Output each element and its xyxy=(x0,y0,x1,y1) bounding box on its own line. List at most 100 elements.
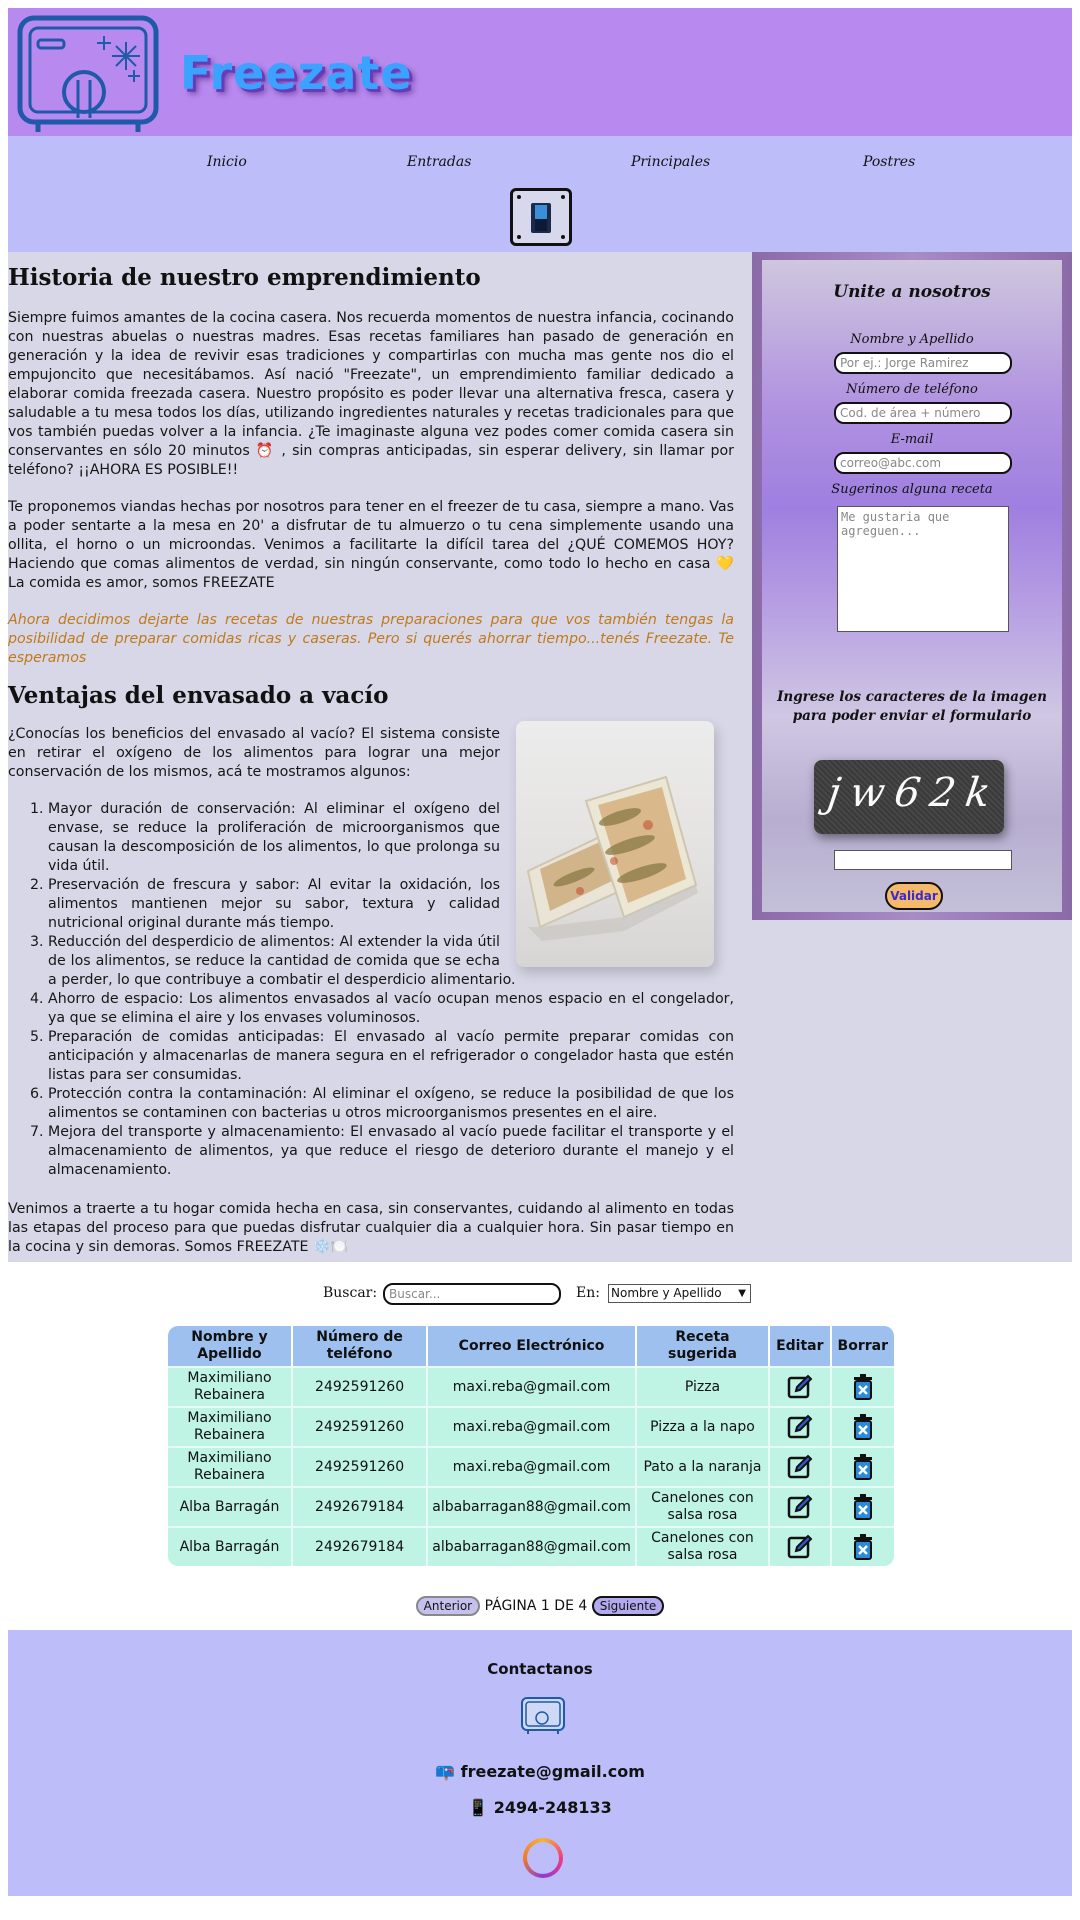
prev-page-button[interactable]: Anterior xyxy=(415,1596,481,1616)
captcha-text: jw62k xyxy=(824,770,1004,816)
recipe-label: Sugerinos alguna receta xyxy=(831,482,993,497)
join-form-panel: Unite a nosotros Nombre y Apellido Númer… xyxy=(752,252,1072,920)
list-item: Protección contra la contaminación: Al e… xyxy=(48,1085,734,1123)
trash-icon[interactable] xyxy=(849,1533,877,1561)
table-cell: Canelones con salsa rosa xyxy=(636,1526,771,1566)
table-row: Alba Barragán 2492679184 albabarragan88@gm… xyxy=(168,1526,894,1566)
footer-phone-text: 2494-248133 xyxy=(493,1798,612,1817)
nav-item-principales[interactable]: Principales xyxy=(631,154,710,170)
edit-cell xyxy=(770,1526,832,1566)
name-field[interactable] xyxy=(834,352,1012,374)
promo-paragraph: Ahora decidimos dejarte las recetas de n… xyxy=(8,612,734,666)
pagination: Anterior PÁGINA 1 DE 4 Siguiente xyxy=(0,1596,1080,1616)
table-cell: maxi.reba@gmail.com xyxy=(428,1406,637,1446)
table-cell: maxi.reba@gmail.com xyxy=(428,1446,637,1486)
edit-pencil-icon[interactable] xyxy=(786,1533,814,1561)
phone-label: Número de teléfono xyxy=(846,382,978,397)
mailbox-icon: 📪 xyxy=(435,1762,456,1781)
table-cell: Canelones con salsa rosa xyxy=(636,1486,771,1526)
table-cell: albabarragan88@gmail.com xyxy=(428,1486,637,1526)
search-in-label: En: xyxy=(576,1285,600,1301)
site-footer: Contactanos 📪 freezate@gmail.com 📱 2494-… xyxy=(8,1630,1072,1896)
table-cell: 2492679184 xyxy=(292,1526,429,1566)
table-cell: albabarragan88@gmail.com xyxy=(428,1526,637,1566)
table-cell: Maximiliano Rebainera xyxy=(168,1366,293,1406)
chevron-down-icon: ▼ xyxy=(738,1288,746,1299)
phone-field[interactable] xyxy=(834,402,1012,424)
list-item: Mejora del transporte y almacenamiento: … xyxy=(48,1123,734,1180)
table-header-row: Nombre y Apellido Número de teléfono Cor… xyxy=(168,1326,894,1366)
trash-icon[interactable] xyxy=(849,1453,877,1481)
edit-pencil-icon[interactable] xyxy=(786,1493,814,1521)
instagram-icon[interactable] xyxy=(523,1838,563,1878)
footer-email[interactable]: 📪 freezate@gmail.com xyxy=(8,1762,1072,1781)
edit-cell xyxy=(770,1446,832,1486)
next-page-button[interactable]: Siguiente xyxy=(591,1596,665,1616)
column-header: Receta sugerida xyxy=(636,1326,771,1366)
history-paragraph-1: Siempre fuimos amantes de la cocina case… xyxy=(8,310,734,478)
edit-pencil-icon[interactable] xyxy=(786,1413,814,1441)
brand-title: Freezate xyxy=(180,46,413,100)
table-cell: Pizza a la napo xyxy=(636,1406,771,1446)
table-cell: 2492591260 xyxy=(292,1406,429,1446)
recipe-textarea[interactable] xyxy=(837,506,1009,632)
search-label: Buscar: xyxy=(323,1285,378,1301)
site-header: Freezate xyxy=(8,8,1072,136)
delete-cell xyxy=(831,1366,894,1406)
table-cell: 2492591260 xyxy=(292,1366,429,1406)
join-form: Unite a nosotros Nombre y Apellido Númer… xyxy=(762,260,1062,912)
edit-cell xyxy=(770,1486,832,1526)
table-row: Maximiliano Rebainera 2492591260 maxi.reba… xyxy=(168,1406,894,1446)
validate-button[interactable]: Validar xyxy=(885,882,943,910)
table-cell: Alba Barragán xyxy=(168,1486,293,1526)
table-cell: Pizza xyxy=(636,1366,771,1406)
edit-pencil-icon[interactable] xyxy=(786,1453,814,1481)
column-header: Editar xyxy=(770,1326,832,1366)
main-nav: Inicio Entradas Principales Postres xyxy=(8,136,1072,252)
nav-item-inicio[interactable]: Inicio xyxy=(207,154,247,170)
list-item: Ahorro de espacio: Los alimentos envasad… xyxy=(48,990,734,1028)
column-header: Borrar xyxy=(831,1326,894,1366)
table-cell: 2492591260 xyxy=(292,1446,429,1486)
delete-cell xyxy=(831,1406,894,1446)
email-field[interactable] xyxy=(834,452,1012,474)
freezer-plate-icon xyxy=(520,1696,566,1736)
table-cell: maxi.reba@gmail.com xyxy=(428,1366,637,1406)
nav-item-postres[interactable]: Postres xyxy=(863,154,915,170)
edit-cell xyxy=(770,1366,832,1406)
history-title: Historia de nuestro emprendimiento xyxy=(8,264,481,291)
table-cell: Alba Barragán xyxy=(168,1526,293,1566)
trash-icon[interactable] xyxy=(849,1493,877,1521)
search-bar: Buscar: En: Nombre y Apellido ▼ xyxy=(0,1282,1080,1306)
captcha-input[interactable] xyxy=(834,850,1012,870)
edit-cell xyxy=(770,1406,832,1446)
delete-cell xyxy=(831,1526,894,1566)
table-cell: Pato a la naranja xyxy=(636,1446,771,1486)
column-header: Nombre y Apellido xyxy=(168,1326,293,1366)
freezer-plate-icon[interactable] xyxy=(16,14,162,134)
nav-item-entradas[interactable]: Entradas xyxy=(407,154,471,170)
table-cell: 2492679184 xyxy=(292,1486,429,1526)
name-label: Nombre y Apellido xyxy=(850,332,974,347)
article: Historia de nuestro emprendimiento Siemp… xyxy=(8,264,734,1275)
footer-title: Contactanos xyxy=(487,1660,593,1678)
suggestions-table: Nombre y Apellido Número de teléfono Cor… xyxy=(168,1326,894,1566)
search-field-select[interactable]: Nombre y Apellido ▼ xyxy=(608,1284,751,1303)
footer-phone[interactable]: 📱 2494-248133 xyxy=(8,1798,1072,1817)
history-paragraph-2: Te proponemos viandas hechas por nosotro… xyxy=(8,499,734,591)
trash-icon[interactable] xyxy=(849,1373,877,1401)
list-item: Preparación de comidas anticipadas: El e… xyxy=(48,1028,734,1085)
trash-icon[interactable] xyxy=(849,1413,877,1441)
vacuum-food-image xyxy=(516,721,714,967)
footer-email-text: freezate@gmail.com xyxy=(460,1762,645,1781)
form-title: Unite a nosotros xyxy=(833,282,991,302)
closing-paragraph: Venimos a traerte a tu hogar comida hech… xyxy=(8,1201,734,1255)
edit-pencil-icon[interactable] xyxy=(786,1373,814,1401)
search-input[interactable] xyxy=(383,1283,561,1305)
email-label: E-mail xyxy=(890,432,934,447)
delete-cell xyxy=(831,1486,894,1526)
column-header: Número de teléfono xyxy=(292,1326,429,1366)
page-status: PÁGINA 1 DE 4 xyxy=(484,1598,588,1614)
captcha-label: Ingrese los caracteres de la imagen para… xyxy=(777,689,1047,724)
theme-switch-icon[interactable] xyxy=(510,188,572,246)
